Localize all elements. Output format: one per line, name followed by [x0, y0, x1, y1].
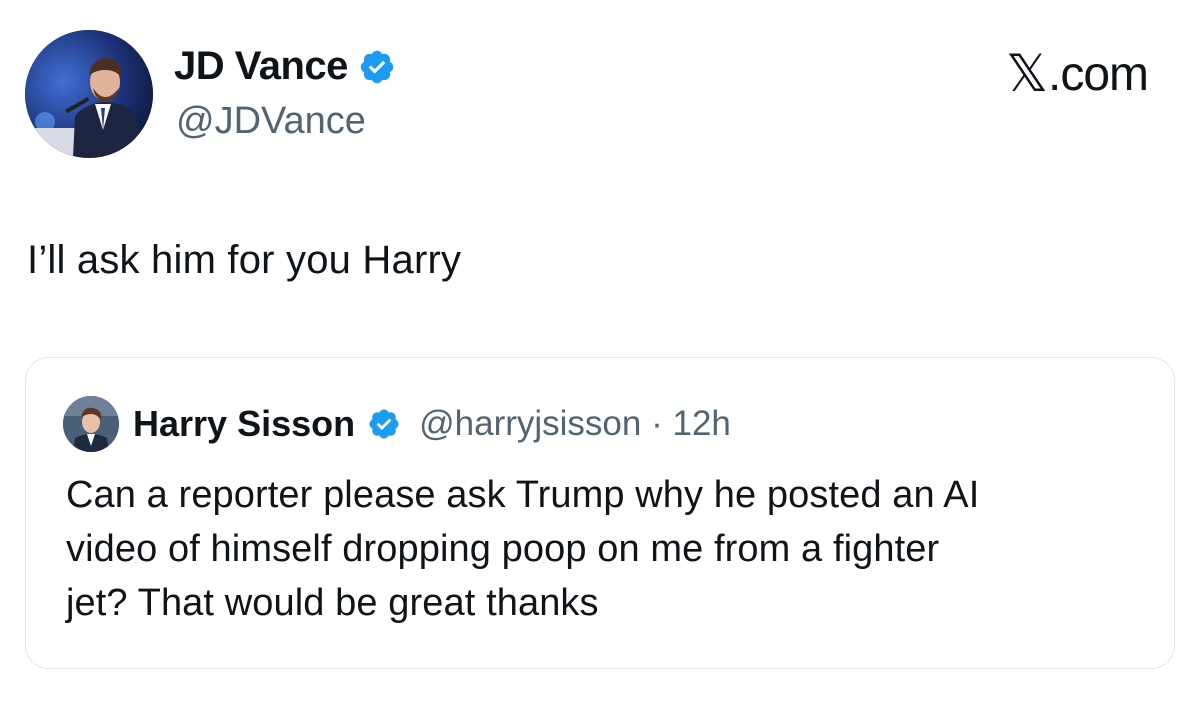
quoted-verified-badge-icon: [367, 407, 401, 441]
quoted-tweet-text: Can a reporter please ask Trump why he p…: [66, 468, 1146, 630]
quoted-tweet-meta: @harryjsisson · 12h: [419, 404, 731, 444]
author-name-text[interactable]: JD Vance: [174, 44, 348, 89]
quoted-tweet-card[interactable]: Harry Sisson @harryjsisson · 12h Can a r…: [25, 357, 1175, 669]
quoted-tweet-time[interactable]: 12h: [672, 404, 730, 443]
tweet-text: I’ll ask him for you Harry: [27, 238, 462, 282]
quoted-text-line: jet? That would be great thanks: [66, 582, 599, 624]
quoted-text-line: Can a reporter please ask Trump why he p…: [66, 474, 980, 516]
meta-separator: ·: [641, 404, 673, 443]
quoted-author-handle[interactable]: @harryjsisson: [419, 404, 641, 443]
quoted-author-name[interactable]: Harry Sisson: [133, 403, 355, 445]
brand-domain: .com: [1047, 47, 1149, 101]
author-name[interactable]: JD Vance: [174, 44, 396, 89]
author-handle[interactable]: @JDVance: [176, 100, 366, 143]
quoted-tweet-header: Harry Sisson @harryjsisson · 12h: [63, 396, 731, 452]
quoted-text-line: video of himself dropping poop on me fro…: [66, 528, 940, 570]
quoted-author-avatar[interactable]: [63, 396, 119, 452]
x-logo-icon: 𝕏: [1006, 45, 1048, 103]
verified-badge-icon: [358, 48, 396, 86]
tweet-screenshot: JD Vance @JDVance 𝕏 .com I’ll ask him fo…: [0, 0, 1200, 715]
x-brand-logo: 𝕏 .com: [1006, 44, 1149, 104]
author-avatar[interactable]: [25, 30, 153, 158]
